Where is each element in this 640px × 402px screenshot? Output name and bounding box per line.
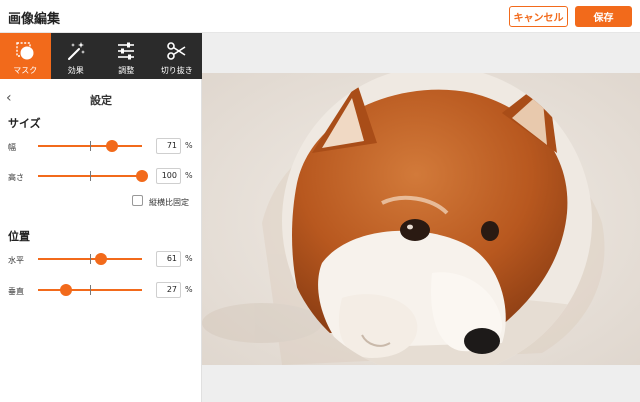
sliders-icon <box>118 42 135 60</box>
tab-effects[interactable]: 効果 <box>51 33 102 79</box>
tab-adjust-label: 調整 <box>118 66 135 75</box>
tab-adjust[interactable]: 調整 <box>101 33 152 79</box>
lock-ratio-label: 縦横比固定 <box>149 198 189 207</box>
height-unit: % <box>185 171 193 180</box>
vertical-input[interactable]: 27 <box>156 282 181 298</box>
height-slider-handle[interactable] <box>136 170 148 182</box>
vertical-unit: % <box>185 285 193 294</box>
save-button[interactable]: 保存 <box>575 6 632 27</box>
dog-photo[interactable] <box>202 73 640 365</box>
horizontal-label: 水平 <box>8 256 24 265</box>
lock-ratio-checkbox[interactable] <box>132 195 143 206</box>
vertical-label: 垂直 <box>8 287 24 296</box>
magic-wand-icon <box>67 42 85 60</box>
horizontal-input[interactable]: 61 <box>156 251 181 267</box>
width-slider-handle[interactable] <box>105 140 118 152</box>
vertical-slider[interactable] <box>38 282 142 298</box>
scissors-icon <box>166 42 186 60</box>
height-slider[interactable] <box>38 168 148 184</box>
size-section-title: サイズ <box>8 117 41 130</box>
height-label: 高さ <box>8 173 24 182</box>
tool-tabs: マスク 効果 調整 切り抜き <box>0 33 202 79</box>
tab-mask-label: マスク <box>13 66 38 75</box>
horizontal-slider[interactable] <box>38 251 142 267</box>
mask-icon <box>16 42 34 60</box>
vertical-slider-handle[interactable] <box>60 284 73 296</box>
tab-crop-label: 切り抜き <box>160 66 193 75</box>
header-bar: 画像編集 キャンセル 保存 <box>0 0 640 33</box>
horizontal-unit: % <box>185 254 193 263</box>
settings-title: 設定 <box>90 94 112 107</box>
editor-canvas[interactable] <box>202 33 640 402</box>
width-slider[interactable] <box>38 138 142 154</box>
width-unit: % <box>185 141 193 150</box>
tab-crop[interactable]: 切り抜き <box>152 33 203 79</box>
width-label: 幅 <box>8 143 16 152</box>
horizontal-slider-handle[interactable] <box>95 253 108 265</box>
cancel-button[interactable]: キャンセル <box>509 6 568 27</box>
height-input[interactable]: 100 <box>156 168 181 184</box>
width-input[interactable]: 71 <box>156 138 181 154</box>
settings-panel: マスク 効果 調整 切り抜き ‹ 設定 サイズ 幅 71 % 高さ 100 % … <box>0 33 202 402</box>
tab-mask[interactable]: マスク <box>0 33 51 79</box>
tab-effects-label: 効果 <box>67 66 84 75</box>
page-title: 画像編集 <box>8 12 61 27</box>
photo-graphic <box>202 73 640 365</box>
position-section-title: 位置 <box>8 230 30 243</box>
